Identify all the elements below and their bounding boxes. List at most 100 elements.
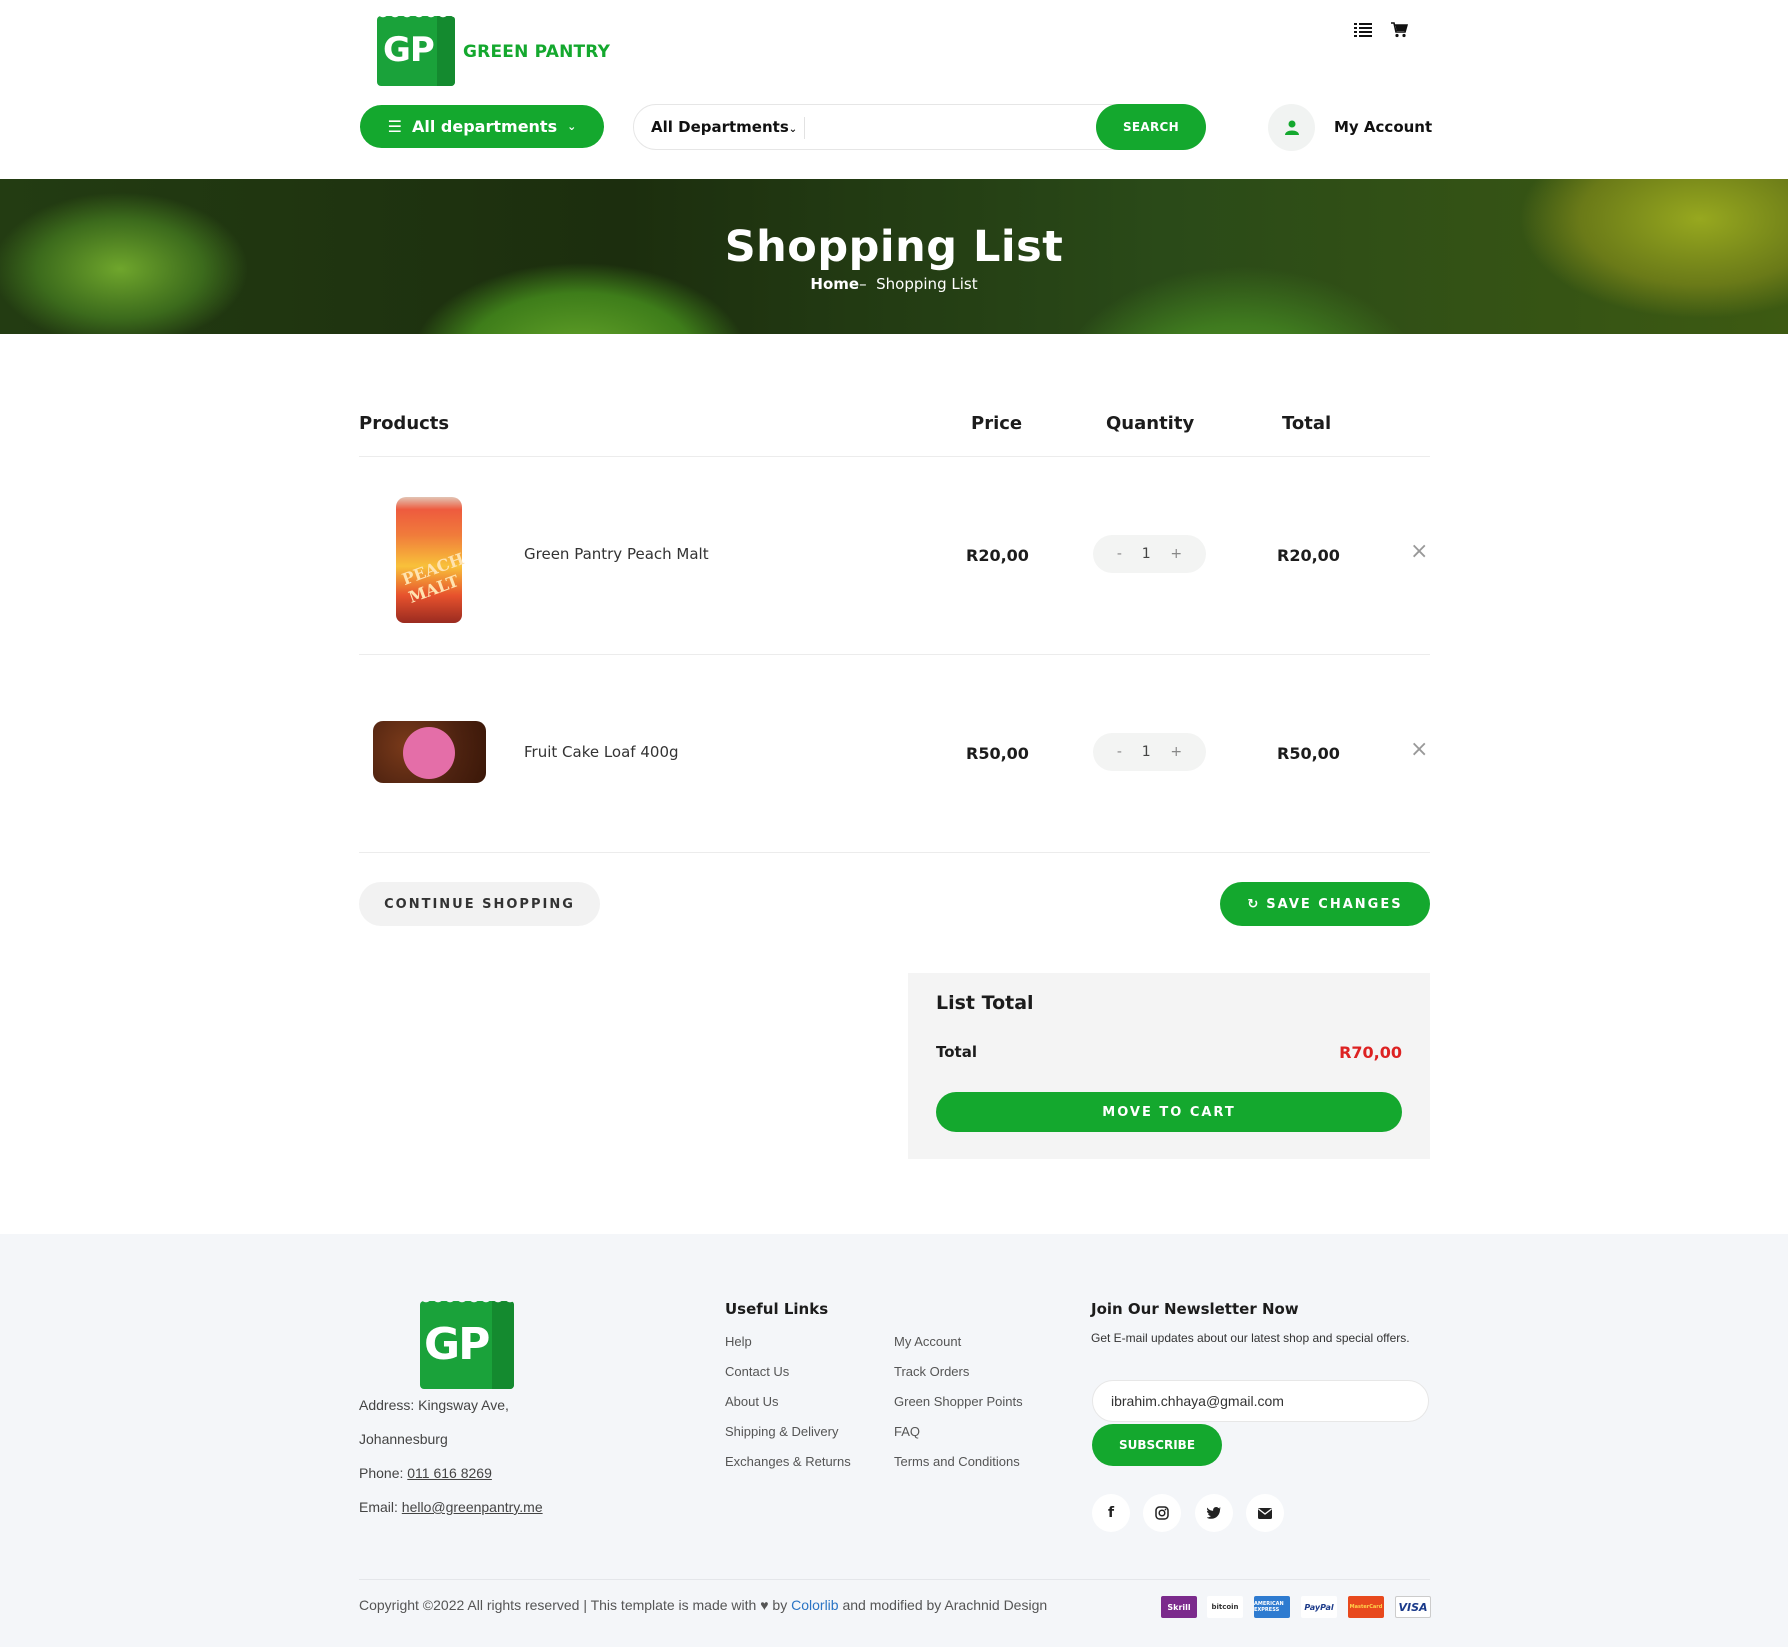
refresh-icon: ↻ — [1247, 896, 1261, 912]
qty-value[interactable]: 1 — [1142, 744, 1151, 760]
row-divider — [359, 852, 1430, 853]
all-departments-label: All departments — [412, 117, 558, 136]
save-changes-label: SAVE CHANGES — [1266, 896, 1403, 912]
breadcrumb-current: Shopping List — [876, 275, 978, 293]
phone-link[interactable]: 011 616 8269 — [407, 1465, 492, 1481]
useful-links-title: Useful Links — [725, 1300, 829, 1318]
qty-plus-button[interactable]: + — [1170, 744, 1182, 760]
footer-divider — [359, 1579, 1430, 1580]
product-image-fruit-cake[interactable] — [373, 721, 486, 783]
product-price: R20,00 — [966, 546, 1029, 565]
logo-fold — [437, 16, 455, 86]
footer-link-terms[interactable]: Terms and Conditions — [894, 1454, 1020, 1469]
qty-minus-button[interactable]: - — [1117, 744, 1122, 760]
qty-plus-button[interactable]: + — [1170, 546, 1182, 562]
amex-icon: AMERICAN EXPRESS — [1254, 1596, 1290, 1618]
footer-link-faq[interactable]: FAQ — [894, 1424, 920, 1439]
footer-email: Email: hello@greenpantry.me — [359, 1499, 543, 1515]
product-name[interactable]: Fruit Cake Loaf 400g — [524, 743, 679, 761]
col-header-quantity: Quantity — [1106, 413, 1195, 434]
footer-link-contact[interactable]: Contact Us — [725, 1364, 789, 1379]
quantity-stepper: - 1 + — [1093, 733, 1206, 771]
product-image-label — [403, 727, 455, 779]
footer-link-returns[interactable]: Exchanges & Returns — [725, 1454, 851, 1469]
quantity-stepper: - 1 + — [1093, 535, 1206, 573]
logo-scallop — [420, 1297, 514, 1305]
newsletter-title: Join Our Newsletter Now — [1091, 1300, 1299, 1318]
chevron-down-icon: ⌄ — [788, 124, 798, 135]
copyright: Copyright ©2022 All rights reserved | Th… — [359, 1597, 1047, 1613]
remove-item-button[interactable]: × — [1410, 737, 1428, 762]
newsletter-email-input[interactable]: ibrahim.chhaya@gmail.com — [1092, 1380, 1429, 1422]
phone-label: Phone: — [359, 1465, 408, 1481]
product-image-peach-malt[interactable]: PEACH MALT — [396, 497, 467, 623]
col-header-total: Total — [1282, 413, 1332, 434]
list-total-title: List Total — [936, 992, 1034, 1014]
skrill-icon: Skrill — [1161, 1596, 1197, 1618]
cart-icon[interactable] — [1391, 22, 1409, 43]
newsletter-subtitle: Get E-mail updates about our latest shop… — [1091, 1331, 1410, 1345]
all-departments-button[interactable]: ☰ All departments ⌄ — [360, 105, 604, 148]
footer-link-shopper-points[interactable]: Green Shopper Points — [894, 1394, 1023, 1409]
twitter-icon[interactable] — [1195, 1494, 1233, 1532]
footer-link-about[interactable]: About Us — [725, 1394, 778, 1409]
footer-link-track-orders[interactable]: Track Orders — [894, 1364, 969, 1379]
footer-address-line1: Address: Kingsway Ave, — [359, 1397, 509, 1413]
facebook-icon[interactable]: f — [1092, 1494, 1130, 1532]
product-name[interactable]: Green Pantry Peach Malt — [524, 545, 709, 563]
page-title: Shopping List — [724, 222, 1064, 272]
search-category-label: All Departments — [651, 118, 789, 136]
search-input[interactable] — [812, 113, 1012, 143]
hamburger-icon: ☰ — [387, 117, 402, 136]
remove-item-button[interactable]: × — [1410, 539, 1428, 564]
breadcrumb-home[interactable]: Home — [810, 275, 859, 293]
logo-fold — [492, 1301, 514, 1389]
move-to-cart-button[interactable]: MOVE TO CART — [936, 1092, 1402, 1132]
search-category-select[interactable]: All Departments⌄ — [651, 118, 797, 136]
envelope-icon[interactable] — [1246, 1494, 1284, 1532]
my-account-link[interactable]: My Account — [1334, 118, 1432, 136]
chevron-down-icon: ⌄ — [567, 120, 577, 133]
col-header-price: Price — [971, 413, 1023, 434]
breadcrumb-separator: – — [859, 275, 867, 293]
footer — [0, 1234, 1788, 1647]
breadcrumb: Home– Shopping List — [0, 275, 1788, 293]
search-divider — [804, 117, 805, 139]
footer-link-my-account[interactable]: My Account — [894, 1334, 961, 1349]
logo[interactable]: GP — [377, 12, 455, 86]
list-icon[interactable] — [1354, 22, 1372, 43]
save-changes-button[interactable]: ↻ SAVE CHANGES — [1220, 882, 1430, 926]
instagram-icon[interactable] — [1143, 1494, 1181, 1532]
product-price: R50,00 — [966, 744, 1029, 763]
email-link[interactable]: hello@greenpantry.me — [402, 1499, 543, 1515]
footer-link-shipping[interactable]: Shipping & Delivery — [725, 1424, 838, 1439]
row-divider — [359, 654, 1430, 655]
logo-scallop — [377, 12, 455, 20]
copyright-modified: and modified by Arachnid Design — [838, 1597, 1048, 1613]
footer-phone: Phone: 011 616 8269 — [359, 1465, 492, 1481]
copyright-by: by — [768, 1597, 792, 1613]
qty-minus-button[interactable]: - — [1117, 546, 1122, 562]
colorlib-link[interactable]: Colorlib — [791, 1597, 838, 1613]
row-total: R50,00 — [1277, 744, 1340, 763]
brand-name[interactable]: GREEN PANTRY — [463, 42, 610, 62]
visa-icon: VISA — [1395, 1596, 1431, 1618]
copyright-text: Copyright ©2022 All rights reserved | Th… — [359, 1597, 761, 1613]
paypal-icon: PayPal — [1301, 1596, 1337, 1618]
search-button[interactable]: SEARCH — [1096, 104, 1206, 150]
total-value: R70,00 — [1339, 1043, 1402, 1062]
product-image-label: PEACH MALT — [399, 549, 467, 607]
email-label: Email: — [359, 1499, 402, 1515]
col-header-products: Products — [359, 413, 450, 434]
user-icon[interactable] — [1268, 104, 1315, 151]
footer-address-line2: Johannesburg — [359, 1431, 448, 1447]
footer-logo[interactable]: GP — [420, 1297, 514, 1389]
qty-value[interactable]: 1 — [1142, 546, 1151, 562]
subscribe-button[interactable]: SUBSCRIBE — [1092, 1424, 1222, 1466]
continue-shopping-button[interactable]: CONTINUE SHOPPING — [359, 882, 600, 926]
row-total: R20,00 — [1277, 546, 1340, 565]
footer-link-help[interactable]: Help — [725, 1334, 752, 1349]
heart-icon: ♥ — [760, 1597, 769, 1613]
logo-text: GP — [424, 1319, 490, 1370]
total-label: Total — [936, 1043, 977, 1061]
